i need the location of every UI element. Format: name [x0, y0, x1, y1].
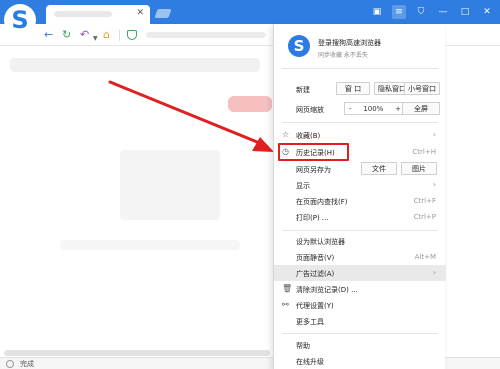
menu-item-save-as: 网页另存为 文件 图片: [274, 161, 446, 177]
menu-shortcut: Ctrl+H: [412, 148, 436, 156]
menu-shortcut: Ctrl+F: [413, 197, 436, 205]
menu-item-proxy[interactable]: ⚯ 代理设置(Y): [274, 297, 446, 313]
menu-item-update[interactable]: 在线升级: [274, 353, 446, 369]
menu-item-mute[interactable]: 页面静音(V) Alt+M: [274, 249, 446, 265]
menu-item-label: 清除浏览记录(D) ...: [296, 286, 358, 294]
menu-item-label: 广告过滤(A): [296, 270, 335, 278]
menu-item-more-tools[interactable]: 更多工具: [274, 313, 446, 329]
menu-item-display[interactable]: 显示 ›: [274, 177, 446, 193]
save-image-button[interactable]: 图片: [401, 162, 437, 175]
menu-label-zoom: 网页缩放: [296, 106, 324, 114]
small-window-button[interactable]: 小号窗口: [404, 82, 440, 95]
menu-divider: [282, 122, 438, 123]
menu-divider: [282, 333, 438, 334]
menu-item-label: 网页另存为: [296, 166, 331, 174]
menu-divider: [282, 68, 438, 69]
fullscreen-button[interactable]: 全屏: [402, 102, 440, 115]
account-avatar[interactable]: S: [288, 35, 310, 57]
menu-item-favorites[interactable]: ☆ 收藏(B) ›: [274, 127, 446, 143]
status-text: 完成: [20, 360, 34, 368]
menu-item-help[interactable]: 帮助: [274, 337, 446, 353]
menu-item-ad-filter[interactable]: 广告过滤(A) ›: [274, 265, 446, 281]
browser-logo[interactable]: S: [4, 4, 36, 36]
star-icon: ☆: [282, 130, 290, 139]
zoom-out-button[interactable]: -: [349, 105, 352, 113]
menu-item-print[interactable]: 打印(P) ... Ctrl+P: [274, 209, 446, 225]
sync-hint: 同步收藏 永不丢失: [318, 52, 368, 59]
menu-item-label: 设为默认浏览器: [296, 238, 345, 246]
menu-item-label: 显示: [296, 182, 310, 190]
menu-divider: [282, 230, 438, 231]
menu-item-label: 代理设置(Y): [296, 302, 334, 310]
save-file-button[interactable]: 文件: [361, 162, 397, 175]
chevron-right-icon: ›: [432, 268, 436, 277]
zoom-control: - 100% +: [344, 102, 406, 115]
menu-shortcut: Alt+M: [414, 253, 436, 261]
menu-shortcut: Ctrl+P: [413, 213, 436, 221]
menu-item-label: 在页面内查找(F): [296, 198, 348, 206]
menu-item-label: 收藏(B): [296, 132, 321, 140]
menu-item-label: 页面静音(V): [296, 254, 335, 262]
trash-icon: 🗑: [282, 284, 293, 293]
annotation-highlight-box: [278, 143, 349, 161]
chevron-right-icon: ›: [432, 130, 436, 139]
link-icon: ⚯: [282, 300, 289, 309]
menu-item-clear-history[interactable]: 🗑 清除浏览记录(D) ...: [274, 281, 446, 297]
chevron-right-icon: ›: [432, 180, 436, 189]
zoom-in-button[interactable]: +: [395, 105, 401, 113]
menu-item-find[interactable]: 在页面内查找(F) Ctrl+F: [274, 193, 446, 209]
horizontal-scrollbar[interactable]: [4, 350, 270, 356]
menu-row-zoom: 网页缩放 - 100% + 全屏: [274, 101, 446, 117]
menu-item-default-browser[interactable]: 设为默认浏览器: [274, 233, 446, 249]
zoom-value: 100%: [363, 104, 384, 113]
new-window-button[interactable]: 窗 口: [336, 82, 370, 95]
menu-item-label: 打印(P) ...: [296, 214, 329, 222]
menu-item-label: 更多工具: [296, 318, 324, 326]
status-icon: [6, 360, 14, 368]
menu-item-label: 帮助: [296, 342, 310, 350]
menu-row-new: 新建 窗 口 隐私窗口 小号窗口: [274, 81, 446, 97]
menu-label-new: 新建: [296, 86, 310, 94]
main-menu: S 登录搜狗高速浏览器 同步收藏 永不丢失 新建 窗 口 隐私窗口 小号窗口 网…: [273, 24, 446, 369]
login-link[interactable]: 登录搜狗高速浏览器: [318, 38, 381, 48]
menu-item-label: 在线升级: [296, 358, 324, 366]
